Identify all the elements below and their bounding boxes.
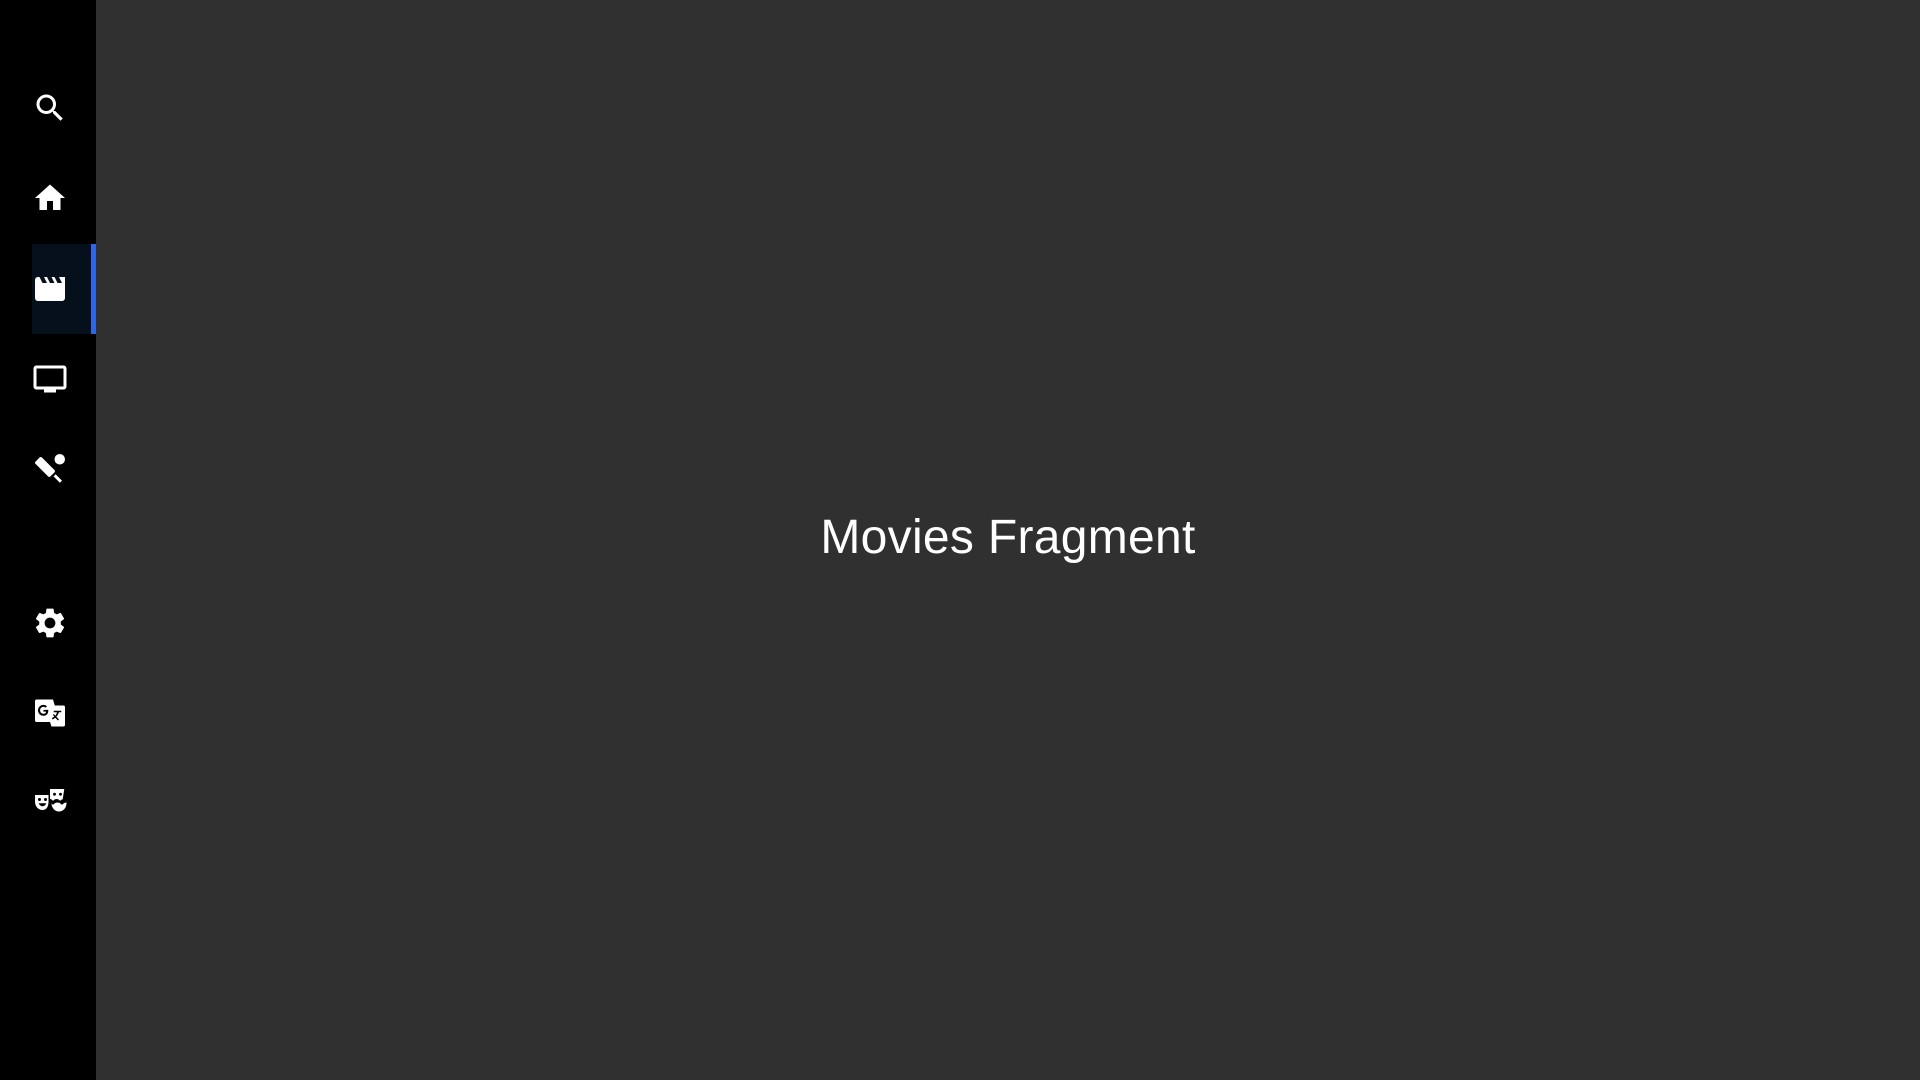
translate-icon [32,695,68,731]
gear-icon [32,605,68,641]
sidebar-item-tv[interactable]: TV [32,334,96,424]
sidebar-item-label: TV [32,334,33,335]
sidebar-item-label: Genres [32,759,33,760]
sidebar-item-genres[interactable]: Genres [32,759,96,849]
home-icon [32,180,68,216]
sidebar-nav: Search Home Movies TV Sports [0,0,96,1080]
sidebar-item-label: Home [32,153,33,154]
sidebar-item-sports[interactable]: Sports [32,424,96,514]
main-content: Movies Fragment [96,0,1920,1080]
search-icon [32,90,68,126]
page-title: Movies Fragment [820,511,1196,564]
sidebar-item-settings[interactable]: Settings [32,578,96,668]
theater-masks-icon [32,786,68,822]
sidebar-item-label: Language [32,668,33,669]
sidebar-item-label: Settings [32,578,33,579]
sports-cricket-icon [32,451,68,487]
sidebar-item-label: Sports [32,424,33,425]
sidebar-item-label: Search [32,63,33,64]
sidebar-item-label: Movies [32,244,33,245]
app-window: Search Home Movies TV Sports [0,0,1920,1080]
sidebar-item-language[interactable]: Language [32,668,96,758]
movie-clapperboard-icon [32,271,68,307]
tv-icon [32,361,68,397]
sidebar-item-home[interactable]: Home [32,153,96,243]
sidebar-item-movies[interactable]: Movies [32,244,96,334]
sidebar-item-search[interactable]: Search [32,63,96,153]
